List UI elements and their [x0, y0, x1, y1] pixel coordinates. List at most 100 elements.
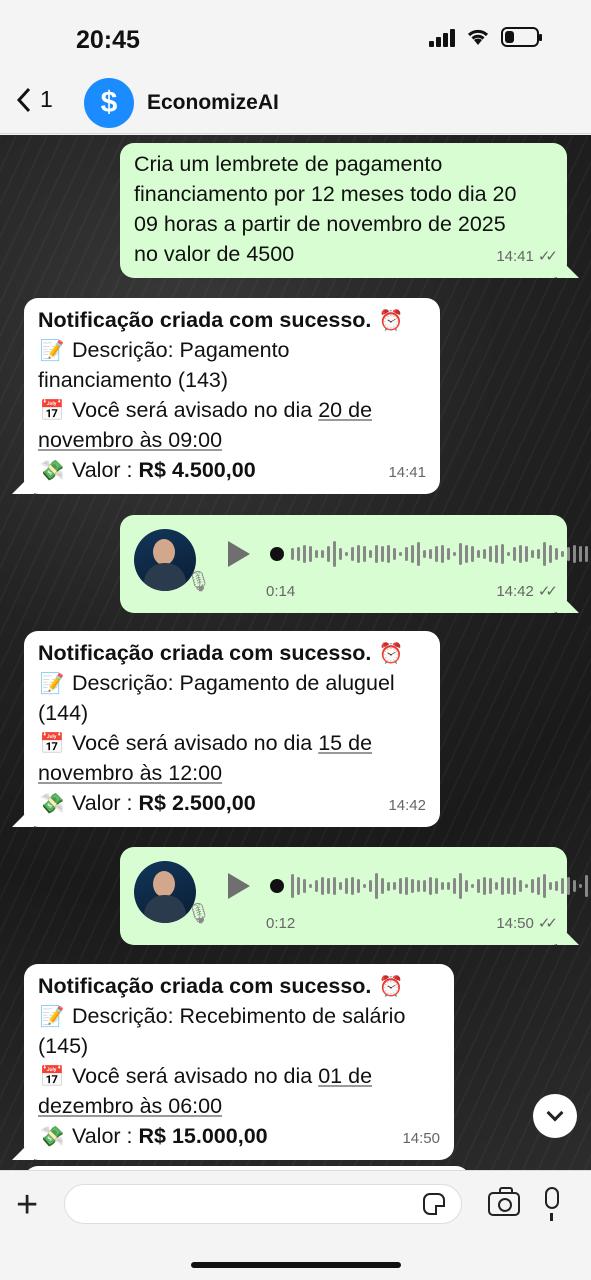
waveform-bar	[465, 879, 468, 893]
contact-name[interactable]: EconomizeAI	[147, 91, 279, 115]
playhead[interactable]	[270, 879, 284, 893]
waveform-bar	[417, 879, 420, 893]
notification-title: Notificação criada com sucesso.	[38, 308, 372, 332]
message-time: 14:41	[388, 464, 426, 481]
waveform-bar	[345, 551, 348, 557]
notification-title: Notificação criada com sucesso.	[38, 974, 372, 998]
outgoing-message[interactable]: Cria um lembrete de pagamento financiame…	[120, 143, 567, 278]
waveform-bar	[339, 881, 342, 891]
waveform-bar	[429, 549, 432, 559]
waveform-bar	[291, 874, 294, 898]
waveform-bar	[579, 546, 582, 562]
waveform-bar	[525, 883, 528, 889]
value-amount: R$ 2.500,00	[138, 791, 256, 815]
unread-count: 1	[40, 86, 53, 112]
waveform-bar	[531, 550, 534, 558]
waveform-bar	[567, 547, 570, 561]
audio-waveform[interactable]	[270, 539, 591, 569]
attach-plus-button[interactable]: +	[16, 1185, 38, 1225]
voice-message[interactable]: 🎙 0:12 14:50 ✓✓	[120, 847, 588, 945]
incoming-message[interactable]: Notificação criada com sucesso. ⏰ 📝 Desc…	[24, 964, 454, 1160]
waveform-bar	[471, 883, 474, 889]
value-label: Valor :	[71, 1124, 139, 1148]
scroll-to-bottom-button[interactable]	[533, 1094, 577, 1138]
wifi-icon	[467, 29, 489, 45]
microphone-button[interactable]	[545, 1187, 559, 1221]
voice-duration: 0:12	[266, 915, 296, 932]
battery-icon	[501, 27, 542, 47]
waveform-bar	[513, 877, 516, 895]
waveform-bar	[333, 877, 336, 895]
read-ticks-icon: ✓✓	[537, 583, 558, 600]
contact-avatar[interactable]: $	[84, 78, 134, 128]
waveform-bar	[465, 545, 468, 563]
waveform-bar	[345, 878, 348, 894]
waveform-bar	[519, 545, 522, 563]
camera-button[interactable]	[488, 1187, 520, 1216]
cellular-signal-icon	[429, 27, 455, 47]
waveform-bar	[483, 877, 486, 895]
value-amount: R$ 4.500,00	[138, 458, 256, 482]
waveform-bar	[555, 881, 558, 891]
dollar-icon: $	[100, 86, 118, 119]
waveform-bar	[297, 547, 300, 561]
waveform-bar	[297, 877, 300, 895]
waveform-bar	[453, 877, 456, 895]
composer-bar: +	[0, 1170, 591, 1280]
waveform-bar	[585, 875, 588, 897]
waveform-bar	[327, 545, 330, 563]
waveform-bar	[459, 873, 462, 899]
waveform-bar	[507, 877, 510, 895]
waveform-bar	[441, 545, 444, 563]
waveform-bar	[411, 545, 414, 563]
message-line: 09 horas a partir de novembro de 2025	[134, 212, 506, 236]
read-ticks-icon: ✓✓	[537, 915, 558, 932]
audio-waveform[interactable]	[270, 871, 591, 901]
alarm-clock-icon: ⏰	[378, 641, 404, 665]
description-label: Descrição:	[71, 1004, 180, 1028]
waveform-bar	[549, 881, 552, 891]
waveform-bar	[567, 877, 570, 895]
message-line: financiamento por 12 meses todo dia 20	[134, 182, 517, 206]
incoming-message[interactable]: Notificação criada com sucesso. ⏰ 📝 Desc…	[24, 298, 440, 494]
waveform-bar	[447, 547, 450, 561]
waveform-bar	[309, 545, 312, 563]
home-indicator	[191, 1262, 401, 1268]
waveform-bar	[477, 879, 480, 893]
waveform-bar	[429, 877, 432, 895]
voice-duration: 0:14	[266, 583, 296, 600]
waveform-bar	[369, 879, 372, 893]
incoming-message[interactable]: Notificação criada com sucesso. ⏰ 📝 Desc…	[24, 631, 440, 827]
message-time: 14:42	[388, 797, 426, 814]
waveform-bar	[363, 546, 366, 562]
memo-icon: 📝	[39, 338, 65, 362]
chevron-left-icon	[16, 87, 31, 112]
waveform-bar	[561, 551, 564, 557]
waveform-bar	[537, 877, 540, 895]
waveform-bar	[321, 549, 324, 559]
waveform-bar	[405, 877, 408, 895]
playhead[interactable]	[270, 547, 284, 561]
waveform-bar	[435, 877, 438, 895]
chat-area[interactable]: Cria um lembrete de pagamento financiame…	[0, 135, 591, 1170]
message-input[interactable]	[64, 1184, 462, 1224]
voice-message[interactable]: 🎙 0:14 14:42 ✓✓	[120, 515, 588, 613]
waveform-bar	[435, 545, 438, 563]
waveform-bar	[309, 883, 312, 889]
money-with-wings-icon: 💸	[39, 791, 65, 815]
sticker-icon[interactable]	[423, 1193, 445, 1215]
top-bar: 20:45 1 $ EconomizeAI	[0, 0, 591, 134]
read-ticks-icon: ✓✓	[537, 248, 558, 265]
waveform-bar	[501, 543, 504, 565]
waveform-bar	[417, 542, 420, 566]
waveform-bar	[441, 881, 444, 891]
alarm-clock-icon: ⏰	[378, 974, 404, 998]
back-button[interactable]: 1	[16, 86, 53, 113]
waveform-bar	[579, 883, 582, 889]
play-button[interactable]	[228, 541, 250, 567]
waveform-bar	[387, 881, 390, 891]
waveform-bar	[525, 546, 528, 562]
waveform-bar	[447, 881, 450, 891]
play-button[interactable]	[228, 873, 250, 899]
waveform-bar	[573, 879, 576, 893]
